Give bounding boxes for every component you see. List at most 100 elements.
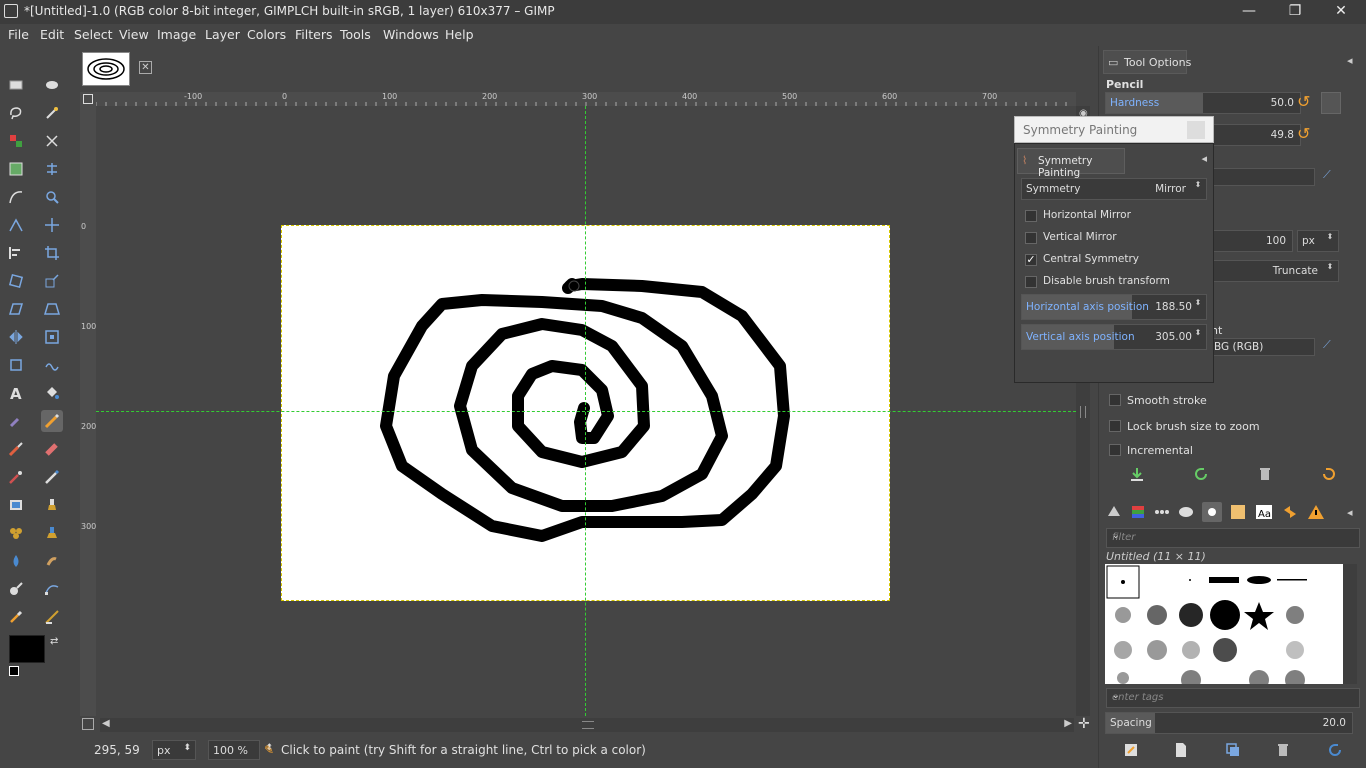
zoom-icon[interactable]: [41, 186, 63, 208]
menu-windows[interactable]: Windows: [383, 27, 439, 42]
channels-tab-icon[interactable]: [1128, 502, 1148, 522]
patterns-tab-icon[interactable]: [1228, 502, 1248, 522]
smudge-icon[interactable]: [41, 550, 63, 572]
warp-icon[interactable]: [41, 354, 63, 376]
menu-select[interactable]: Select: [74, 27, 113, 42]
menu-filters[interactable]: Filters: [295, 27, 332, 42]
color-picker-icon[interactable]: [5, 606, 27, 628]
menu-view[interactable]: View: [119, 27, 149, 42]
hardness-slider[interactable]: Hardness 50.0: [1105, 92, 1301, 114]
menu-edit[interactable]: Edit: [40, 27, 64, 42]
warning-tab-icon[interactable]: [1306, 502, 1326, 522]
lock-brush-checkbox[interactable]: [1109, 420, 1121, 432]
brush-tags-input[interactable]: enter tags ⌄: [1106, 688, 1360, 708]
ink-icon[interactable]: [41, 466, 63, 488]
maximize-button[interactable]: ❐: [1272, 0, 1318, 24]
heal-icon[interactable]: [5, 522, 27, 544]
scroll-handle[interactable]: [582, 721, 594, 729]
refresh-brushes-icon[interactable]: [1325, 740, 1345, 760]
delete-brush-icon[interactable]: [1273, 740, 1293, 760]
image-tab-thumbnail[interactable]: [82, 52, 130, 86]
gradient-icon[interactable]: [5, 410, 27, 432]
spacing-slider[interactable]: Spacing 20.0: [1105, 712, 1353, 734]
airbrush-icon[interactable]: [5, 466, 27, 488]
ruler-corner-button[interactable]: [80, 92, 96, 106]
truncate-selector[interactable]: Truncate ⬍: [1199, 260, 1339, 282]
scroll-right-icon[interactable]: ▶: [1064, 718, 1072, 729]
clone-icon[interactable]: [41, 494, 63, 516]
undo-history-tab-icon[interactable]: [1176, 502, 1196, 522]
unified-transform-icon[interactable]: [5, 354, 27, 376]
alignment-icon[interactable]: [5, 242, 27, 264]
fuzzy-select-icon[interactable]: [41, 102, 63, 124]
gradient-selector[interactable]: BG (RGB): [1199, 338, 1315, 356]
measure-tool-icon[interactable]: [41, 606, 63, 628]
tab-tool-options[interactable]: ▭ Tool Options: [1103, 50, 1191, 74]
text-icon[interactable]: A: [5, 382, 27, 404]
paths-tool-icon[interactable]: [41, 578, 63, 600]
symmetry-close-button[interactable]: [1187, 121, 1205, 139]
save-options-icon[interactable]: [1127, 464, 1147, 484]
paths-icon[interactable]: [5, 186, 27, 208]
dodge-burn-icon[interactable]: [5, 578, 27, 600]
cage-icon[interactable]: [41, 326, 63, 348]
menu-file[interactable]: File: [8, 27, 29, 42]
ellipse-select-icon[interactable]: [41, 74, 63, 96]
symmetry-mode-selector[interactable]: Symmetry Mirror ⬍: [1021, 178, 1207, 200]
menu-image[interactable]: Image: [157, 27, 196, 42]
brush-grid-scrollbar[interactable]: [1343, 564, 1357, 684]
menu-colors[interactable]: Colors: [247, 27, 286, 42]
restore-options-icon[interactable]: [1191, 464, 1211, 484]
incremental-checkbox[interactable]: [1109, 444, 1121, 456]
central-symmetry-checkbox[interactable]: ✓: [1025, 254, 1037, 266]
fonts-tab-icon[interactable]: Aa: [1254, 502, 1274, 522]
menu-layer[interactable]: Layer: [205, 27, 240, 42]
edit-icon[interactable]: ⟋: [1323, 338, 1331, 352]
perspective-icon[interactable]: [41, 298, 63, 320]
horizontal-scrollbar[interactable]: ◀ ▶: [100, 718, 1074, 732]
new-brush-icon[interactable]: [1171, 740, 1191, 760]
disable-brush-transform-checkbox[interactable]: [1025, 276, 1037, 288]
reset-options-icon[interactable]: [1319, 464, 1339, 484]
scroll-handle[interactable]: [1080, 406, 1086, 418]
vertical-guide[interactable]: [585, 106, 586, 716]
horizontal-axis-slider[interactable]: Horizontal axis position 188.50 ⬍: [1021, 294, 1207, 320]
flip-icon[interactable]: [5, 326, 27, 348]
dock-menu-icon[interactable]: ◂: [1347, 54, 1353, 67]
move-icon[interactable]: [41, 214, 63, 236]
mypaint-brush-icon[interactable]: [5, 494, 27, 516]
default-colors-icon[interactable]: [9, 666, 19, 676]
close-tab-icon[interactable]: ✕: [139, 61, 152, 74]
blur-icon[interactable]: [5, 550, 27, 572]
tab-symmetry-painting[interactable]: ⌇ Symmetry Painting: [1017, 148, 1125, 179]
pencil-icon[interactable]: [41, 410, 63, 432]
select-by-color-icon[interactable]: [5, 130, 27, 152]
close-button[interactable]: ✕: [1318, 0, 1364, 24]
chevron-down-icon[interactable]: ⌄: [1112, 531, 1355, 541]
eraser-icon[interactable]: [41, 438, 63, 460]
bucket-fill-icon[interactable]: [41, 382, 63, 404]
unit-selector[interactable]: px ⬍: [152, 740, 196, 760]
foreground-select-icon[interactable]: [5, 158, 27, 180]
zoom-selector[interactable]: 100 % ⬍: [208, 740, 273, 760]
chain-link-icon[interactable]: [1321, 92, 1341, 114]
menu-tools[interactable]: Tools: [340, 27, 371, 42]
edit-icon[interactable]: ⟋: [1323, 168, 1331, 182]
align-icon[interactable]: [41, 158, 63, 180]
rect-select-icon[interactable]: [5, 74, 27, 96]
dock-menu-icon[interactable]: ◂: [1201, 152, 1207, 165]
quick-mask-toggle[interactable]: [82, 718, 94, 730]
foreground-color-swatch[interactable]: [9, 635, 45, 663]
zoom-fit-icon[interactable]: ✛: [1078, 716, 1090, 732]
symmetry-window-titlebar[interactable]: Symmetry Painting: [1014, 116, 1214, 143]
minimize-button[interactable]: —: [1226, 0, 1272, 24]
brushes-tab-icon[interactable]: [1202, 502, 1222, 522]
reset-icon[interactable]: ↺: [1297, 124, 1310, 143]
brush-filter-input[interactable]: filter ⌄: [1106, 528, 1360, 548]
brush-field[interactable]: [1199, 168, 1315, 186]
paths-tab-icon[interactable]: [1152, 502, 1172, 522]
layers-tab-icon[interactable]: [1104, 502, 1124, 522]
horizontal-ruler[interactable]: -100 0 100 200 300 400 500 600 700: [96, 92, 1076, 106]
duplicate-brush-icon[interactable]: [1223, 740, 1243, 760]
vertical-axis-slider[interactable]: Vertical axis position 305.00 ⬍: [1021, 324, 1207, 350]
